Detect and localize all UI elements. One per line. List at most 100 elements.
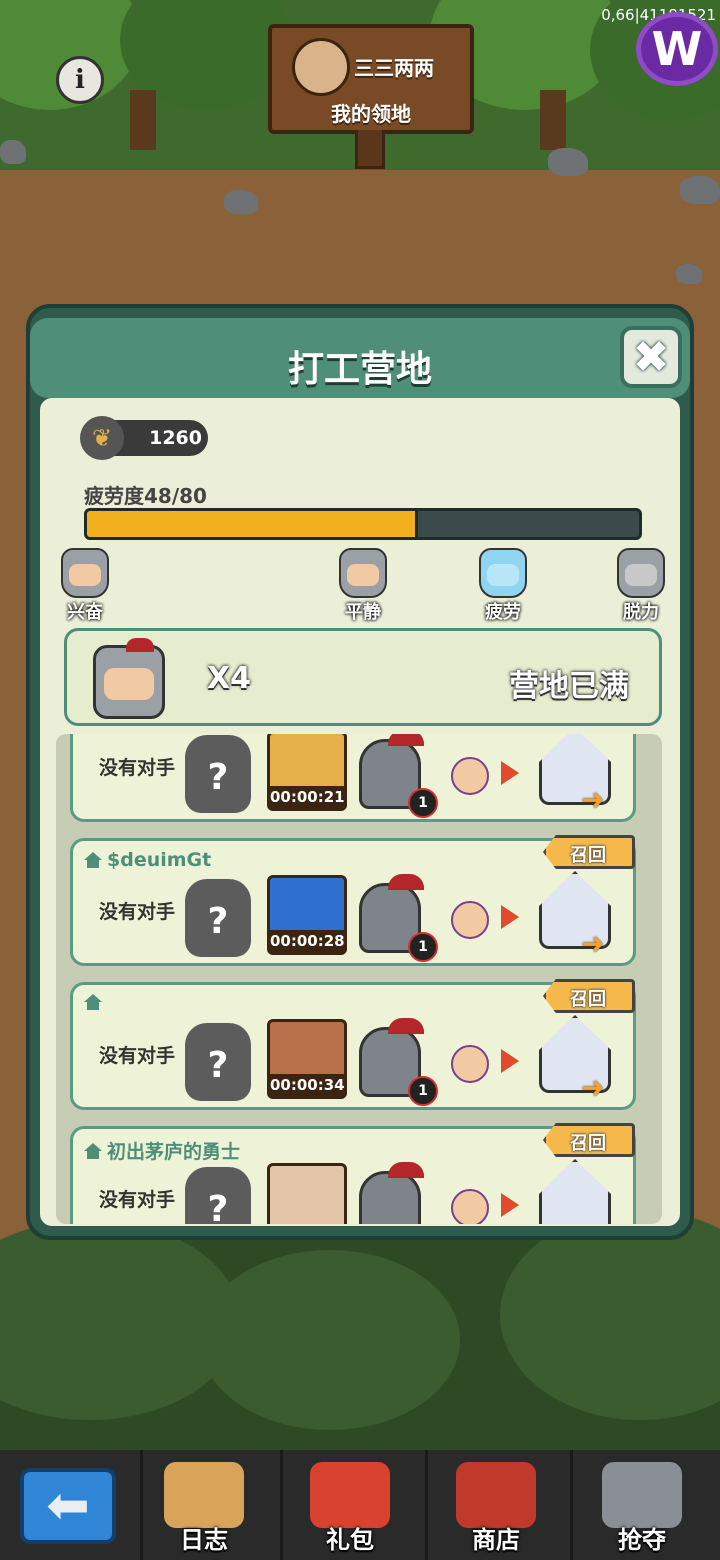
- tree-trunk: [540, 90, 566, 150]
- go-arrow-icon[interactable]: ➜: [581, 783, 604, 816]
- wheat-icon: ❦: [80, 416, 124, 460]
- unknown-opponent-icon: ?: [185, 879, 251, 957]
- soldier-helmet-icon: 1: [359, 1018, 438, 1106]
- yurt-icon[interactable]: [539, 1159, 611, 1224]
- go-arrow-icon[interactable]: ➜: [581, 1071, 604, 1104]
- fatigue-bar: [84, 508, 642, 540]
- nav-raid-button[interactable]: 抢夺: [572, 1450, 712, 1560]
- nav-log-button[interactable]: 日志: [134, 1450, 274, 1560]
- soldier-face-icon: [61, 548, 109, 598]
- slot-owner-name: 初出茅庐的勇士: [107, 1141, 241, 1163]
- mood-exhausted: 脱力: [606, 548, 676, 624]
- reward-timer: 00:00:21: [270, 786, 345, 808]
- nav-label: 日志: [180, 1526, 228, 1554]
- back-button[interactable]: ⬅: [20, 1468, 116, 1544]
- soldier-count-badge: 1: [408, 932, 438, 962]
- home-icon: [84, 852, 102, 868]
- rock: [680, 176, 720, 204]
- no-opponent-label: 没有对手: [99, 901, 176, 923]
- soldier-count-badge: 1: [408, 1076, 438, 1106]
- play-arrow-icon: [501, 905, 519, 929]
- rock: [676, 264, 702, 284]
- camp-slot-row[interactable]: 没有对手 ? 00:00:21 1 ➜: [70, 734, 636, 822]
- worker-face-icon: [451, 1189, 489, 1224]
- camp-slot-row[interactable]: $deuimGt 召回 没有对手 ? 00:00:28 1 ➜: [70, 835, 636, 966]
- worker-face-icon: [451, 1045, 489, 1083]
- reward-timer: 00:00:34: [270, 1074, 345, 1096]
- bottom-nav: ⬅ 日志 礼包 商店 抢夺: [0, 1450, 720, 1560]
- rock: [548, 148, 588, 176]
- nav-gift-button[interactable]: 礼包: [280, 1450, 420, 1560]
- crossed-swords-icon: [602, 1462, 682, 1528]
- camp-full-status: 营地已满: [509, 669, 629, 704]
- reward-cloth-icon[interactable]: [267, 1163, 347, 1224]
- exhausted-soldier-face-icon: [617, 548, 665, 598]
- recall-button[interactable]: 召回: [543, 1123, 635, 1157]
- bushes-foreground: [0, 1210, 720, 1460]
- slot-owner: 初出茅庐的勇士: [83, 1137, 240, 1164]
- soldier-face-icon: [339, 548, 387, 598]
- modal-header: 打工营地: [30, 318, 690, 398]
- unknown-opponent-icon: ?: [185, 735, 251, 813]
- worker-face-icon: [451, 901, 489, 939]
- tired-soldier-face-icon: [479, 548, 527, 598]
- bush: [500, 1210, 720, 1420]
- rock: [0, 140, 26, 164]
- reward-gems-icon[interactable]: 00:00:28: [267, 875, 347, 955]
- soldier-helmet-icon: [359, 1162, 424, 1224]
- recall-label: 召回: [570, 989, 606, 1010]
- home-icon: [84, 994, 102, 1010]
- slot-owner: [83, 993, 107, 1011]
- nav-label: 抢夺: [618, 1526, 666, 1554]
- grain-value: 1260: [149, 427, 202, 449]
- grain-counter: ❦ 1260: [80, 416, 208, 460]
- no-opponent-label: 没有对手: [99, 1189, 176, 1211]
- back-arrow-icon: ⬅: [46, 1476, 90, 1536]
- territory-sign[interactable]: 三三两两 我的领地: [268, 24, 474, 134]
- nav-label: 礼包: [326, 1526, 374, 1554]
- gift-bag-icon: [310, 1462, 390, 1528]
- slot-owner-name: $deuimGt: [107, 849, 212, 871]
- modal-title: 打工营地: [287, 349, 432, 390]
- camp-slot-row[interactable]: 召回 没有对手 ? 00:00:34 1 ➜: [70, 979, 636, 1110]
- close-x-icon: ✖: [632, 331, 670, 383]
- play-arrow-icon: [501, 761, 519, 785]
- shop-chest-icon: [456, 1462, 536, 1528]
- no-opponent-label: 没有对手: [99, 1045, 176, 1067]
- play-arrow-icon: [501, 1049, 519, 1073]
- recall-button[interactable]: 召回: [543, 835, 635, 869]
- camp-slot-list[interactable]: 没有对手 ? 00:00:21 1 ➜ $deuimGt 召回 没有对手 ? 0…: [56, 734, 662, 1224]
- mood-label: 脱力: [623, 602, 659, 623]
- close-button[interactable]: ✖: [620, 326, 682, 388]
- mood-label: 疲劳: [485, 602, 521, 623]
- avatar: [292, 38, 350, 96]
- no-opponent-label: 没有对手: [99, 757, 176, 779]
- fatigue-bar-fill: [87, 511, 419, 537]
- info-icon[interactable]: i: [56, 56, 104, 104]
- fatigue-label: 疲劳度48/80: [84, 484, 207, 508]
- mood-tired: 疲劳: [468, 548, 538, 624]
- recall-button[interactable]: 召回: [543, 979, 635, 1013]
- soldier-icon: [93, 638, 165, 719]
- go-arrow-icon[interactable]: ➜: [581, 927, 604, 960]
- home-icon: [84, 1142, 102, 1159]
- bush: [200, 1250, 460, 1430]
- reward-meat-icon[interactable]: 00:00:34: [267, 1019, 347, 1099]
- soldier-count: X4: [207, 661, 252, 696]
- nav-shop-button[interactable]: 商店: [426, 1450, 566, 1560]
- mood-label: 平静: [345, 602, 381, 623]
- camp-slot-row[interactable]: 初出茅庐的勇士 召回 没有对手 ?: [70, 1123, 636, 1224]
- w-logo-icon[interactable]: W: [636, 12, 718, 86]
- sign-post: [355, 130, 385, 169]
- work-camp-modal: 打工营地 ✖ ❦ 1260 疲劳度48/80 兴奋 平静 疲劳 脱力 X4 营地…: [26, 304, 694, 1240]
- slot-owner: $deuimGt: [83, 849, 211, 871]
- unknown-opponent-icon: ?: [185, 1023, 251, 1101]
- mood-label: 兴奋: [67, 602, 103, 623]
- camp-capacity-banner: X4 营地已满: [64, 628, 662, 726]
- reward-timer: 00:00:28: [270, 930, 345, 952]
- soldier-helmet-icon: 1: [359, 734, 438, 818]
- recall-label: 召回: [570, 1133, 606, 1154]
- worker-face-icon: [451, 757, 489, 795]
- reward-eggs-icon[interactable]: 00:00:21: [267, 734, 347, 811]
- unknown-opponent-icon: ?: [185, 1167, 251, 1224]
